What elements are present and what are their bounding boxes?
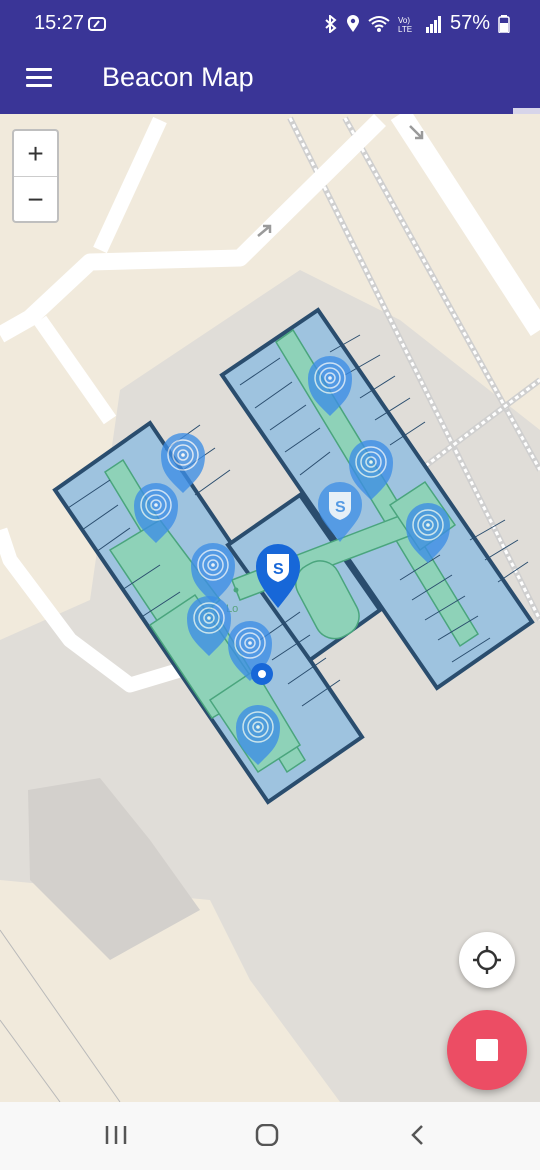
system-nav-bar [0,1102,540,1170]
wifi-icon [368,15,390,32]
signal-icon [425,15,441,33]
status-bar: 15:27 Vo) LTE 57% [0,0,540,48]
recent-apps-icon[interactable] [104,1124,128,1146]
status-time: 15:27 [34,12,85,34]
app-title: Beacon Map [102,62,254,92]
svg-text:S: S [273,561,284,578]
battery-icon [498,14,510,33]
zoom-out-button[interactable]: − [14,177,57,222]
svg-text:Vo): Vo) [398,16,410,25]
zoom-control: + − [12,129,59,223]
back-icon[interactable] [408,1124,428,1146]
status-icons: Vo) LTE 57% [324,12,510,35]
location-icon [346,14,359,32]
bluetooth-icon [325,14,337,33]
battery-percent: 57% [449,12,490,34]
edge-icon [88,17,106,31]
zoom-in-button[interactable]: + [14,131,57,177]
stop-button[interactable] [447,1010,527,1090]
stop-icon [476,1039,498,1061]
hamburger-menu-icon[interactable] [26,66,54,90]
user-location-dot [251,663,273,685]
home-icon[interactable] [255,1124,279,1146]
crosshair-icon [473,946,501,974]
svg-text:LTE: LTE [398,25,412,33]
svg-text:S: S [335,499,346,516]
app-bar: Beacon Map [0,48,540,108]
my-location-button[interactable] [459,932,515,988]
volte-icon: Vo)LTE [398,16,412,33]
